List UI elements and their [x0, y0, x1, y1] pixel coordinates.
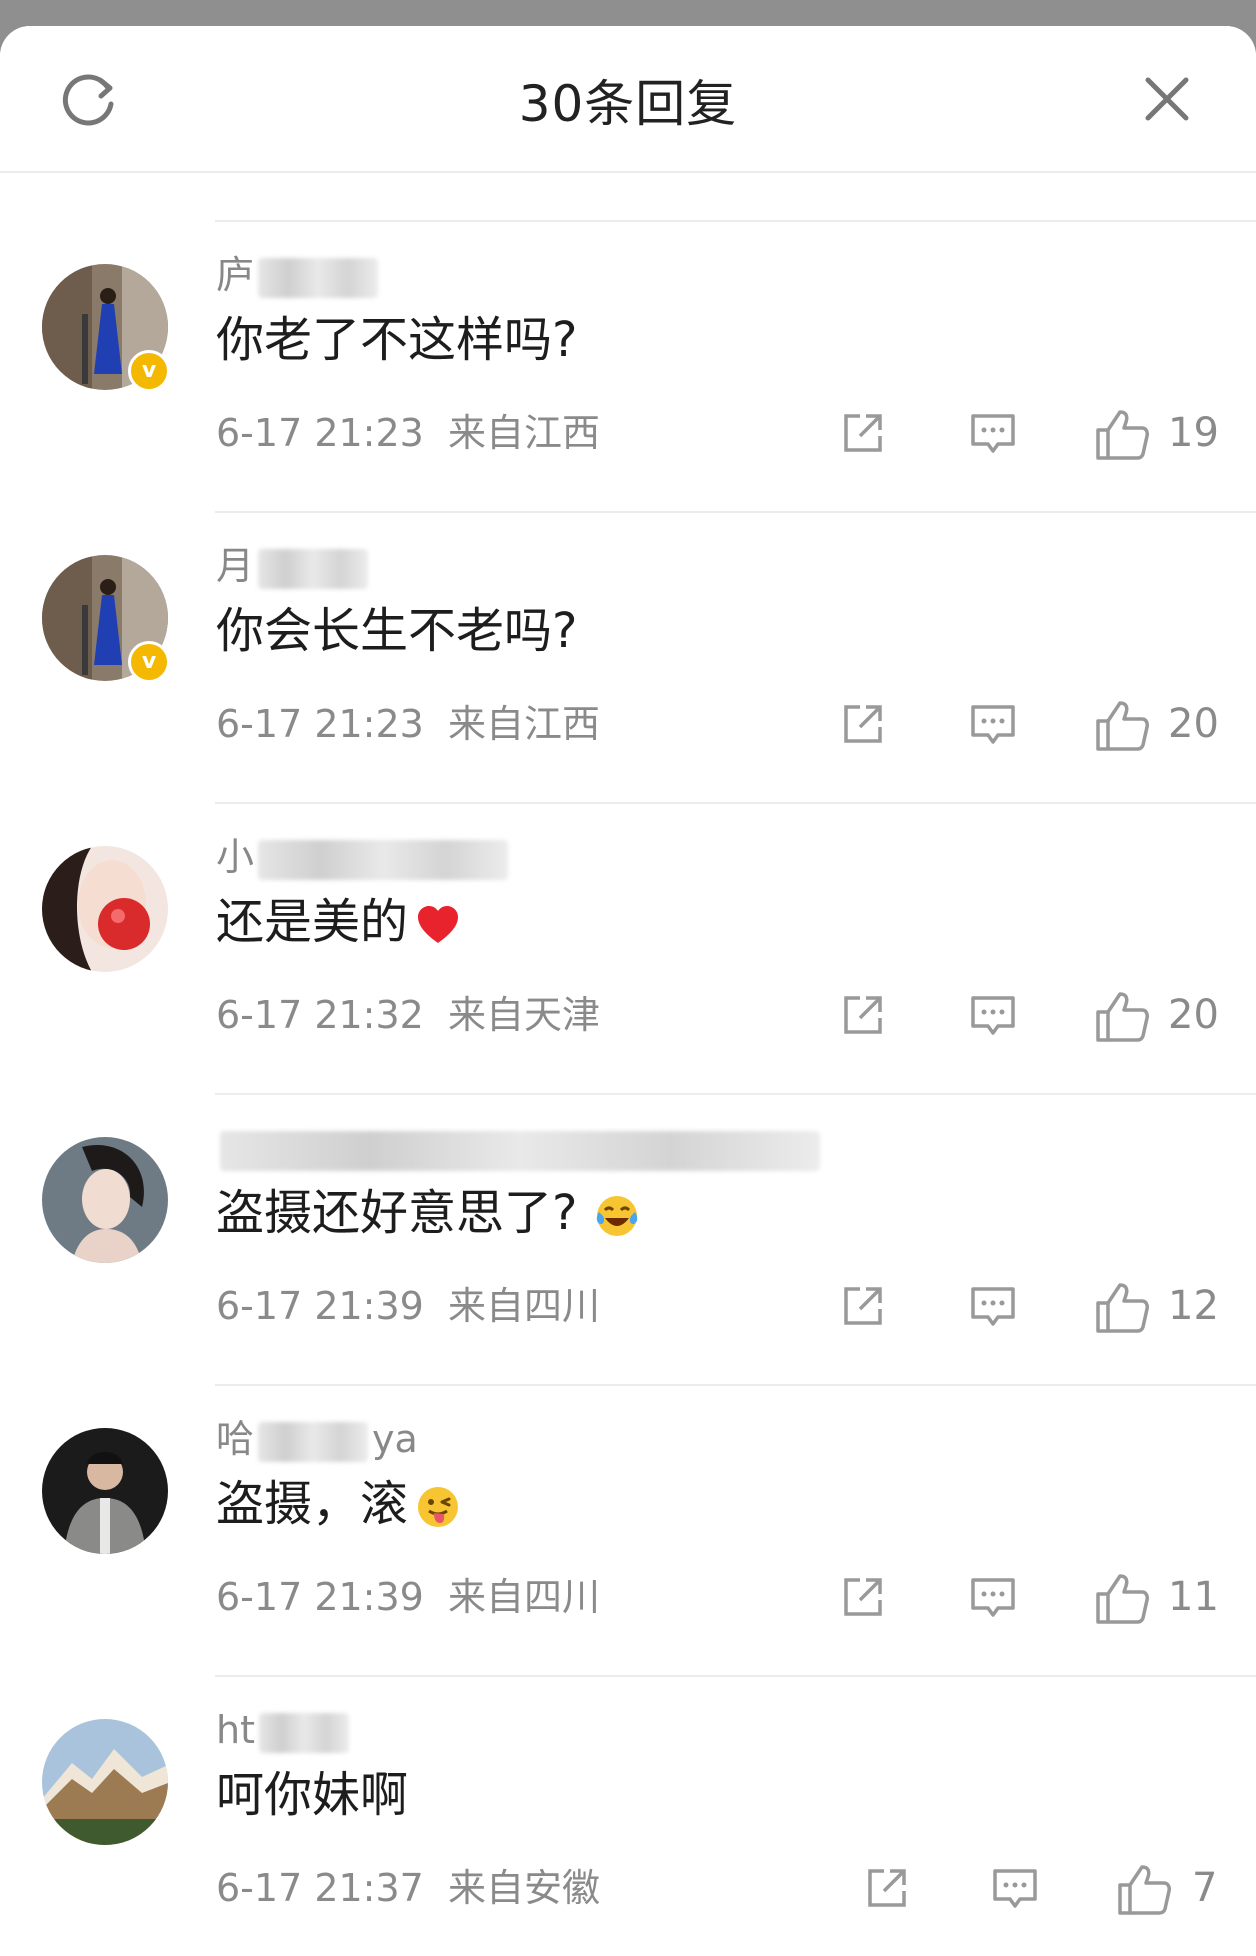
tongue-wink-emoji-icon: [418, 1487, 459, 1527]
share-icon[interactable]: [838, 699, 888, 749]
like-count: 7: [1192, 1865, 1218, 1911]
avatar[interactable]: [42, 1428, 168, 1554]
comment-text: 你会长生不老吗?: [216, 603, 578, 659]
like-icon[interactable]: [1116, 1863, 1174, 1915]
comment-text: 盗摄，滚: [216, 1474, 462, 1534]
avatar[interactable]: v: [42, 555, 170, 683]
share-icon[interactable]: [838, 1572, 888, 1622]
avatar[interactable]: [42, 846, 168, 972]
share-icon[interactable]: [862, 1863, 912, 1913]
like-count: 20: [1168, 992, 1219, 1038]
comment-item[interactable]: 哈 ya 盗摄，滚 6-17 21:39 来自四川 11: [0, 1386, 1256, 1677]
share-icon[interactable]: [838, 408, 888, 458]
like-icon[interactable]: [1094, 408, 1152, 460]
username[interactable]: 庐: [216, 252, 382, 298]
reply-icon[interactable]: [968, 1572, 1018, 1622]
sheet-header: 30条回复: [0, 26, 1256, 173]
comment-item[interactable]: 盗摄还好意思了? 6-17 21:39 来自四川 12: [0, 1095, 1256, 1386]
reply-icon[interactable]: [968, 990, 1018, 1040]
replies-sheet: 30条回复 v 庐 你老了不这样吗? 6-17 21:23 来自江西 19 v …: [0, 26, 1256, 1956]
comment-meta: 6-17 21:39 来自四川: [216, 1284, 601, 1328]
username[interactable]: 月: [216, 543, 372, 589]
comment-item[interactable]: 小 还是美的 6-17 21:32 来自天津 20: [0, 804, 1256, 1095]
comment-text: 呵你妹啊: [216, 1767, 409, 1823]
like-count: 19: [1168, 410, 1219, 456]
like-icon[interactable]: [1094, 990, 1152, 1042]
verified-badge-icon: v: [128, 350, 170, 392]
like-icon[interactable]: [1094, 699, 1152, 751]
reply-icon[interactable]: [990, 1863, 1040, 1913]
reply-icon[interactable]: [968, 1281, 1018, 1331]
comment-item[interactable]: ht 呵你妹啊 6-17 21:37 来自安徽 7: [0, 1677, 1256, 1956]
previous-comment-fragment: [215, 172, 1256, 222]
comment-item[interactable]: v 月 你会长生不老吗? 6-17 21:23 来自江西 20: [0, 513, 1256, 804]
page-title: 30条回复: [518, 75, 738, 133]
comment-meta: 6-17 21:32 来自天津: [216, 993, 601, 1037]
comment-meta: 6-17 21:39 来自四川: [216, 1575, 601, 1619]
avatar[interactable]: [42, 1137, 168, 1263]
comment-meta: 6-17 21:23 来自江西: [216, 702, 601, 746]
reply-icon[interactable]: [968, 699, 1018, 749]
share-icon[interactable]: [838, 990, 888, 1040]
username[interactable]: [216, 1125, 824, 1171]
like-icon[interactable]: [1094, 1572, 1152, 1624]
comment-meta: 6-17 21:23 来自江西: [216, 411, 601, 455]
like-count: 20: [1168, 701, 1219, 747]
comment-text: 你老了不这样吗?: [216, 312, 578, 368]
crying-laughing-emoji-icon: [597, 1196, 638, 1236]
like-count: 12: [1168, 1283, 1219, 1329]
comment-meta: 6-17 21:37 来自安徽: [216, 1866, 601, 1910]
verified-badge-icon: v: [128, 641, 170, 683]
reply-icon[interactable]: [968, 408, 1018, 458]
avatar[interactable]: [42, 1719, 168, 1845]
username[interactable]: 哈 ya: [216, 1416, 418, 1462]
share-icon[interactable]: [838, 1281, 888, 1331]
comment-text: 还是美的: [216, 892, 462, 952]
comment-text: 盗摄还好意思了?: [216, 1183, 641, 1243]
like-count: 11: [1168, 1574, 1219, 1620]
comment-item[interactable]: v 庐 你老了不这样吗? 6-17 21:23 来自江西 19: [0, 222, 1256, 513]
avatar[interactable]: v: [42, 264, 170, 392]
close-icon[interactable]: [1134, 66, 1200, 132]
username[interactable]: 小: [216, 834, 512, 880]
username[interactable]: ht: [216, 1707, 353, 1753]
like-icon[interactable]: [1094, 1281, 1152, 1333]
heart-emoji-icon: [418, 906, 459, 943]
